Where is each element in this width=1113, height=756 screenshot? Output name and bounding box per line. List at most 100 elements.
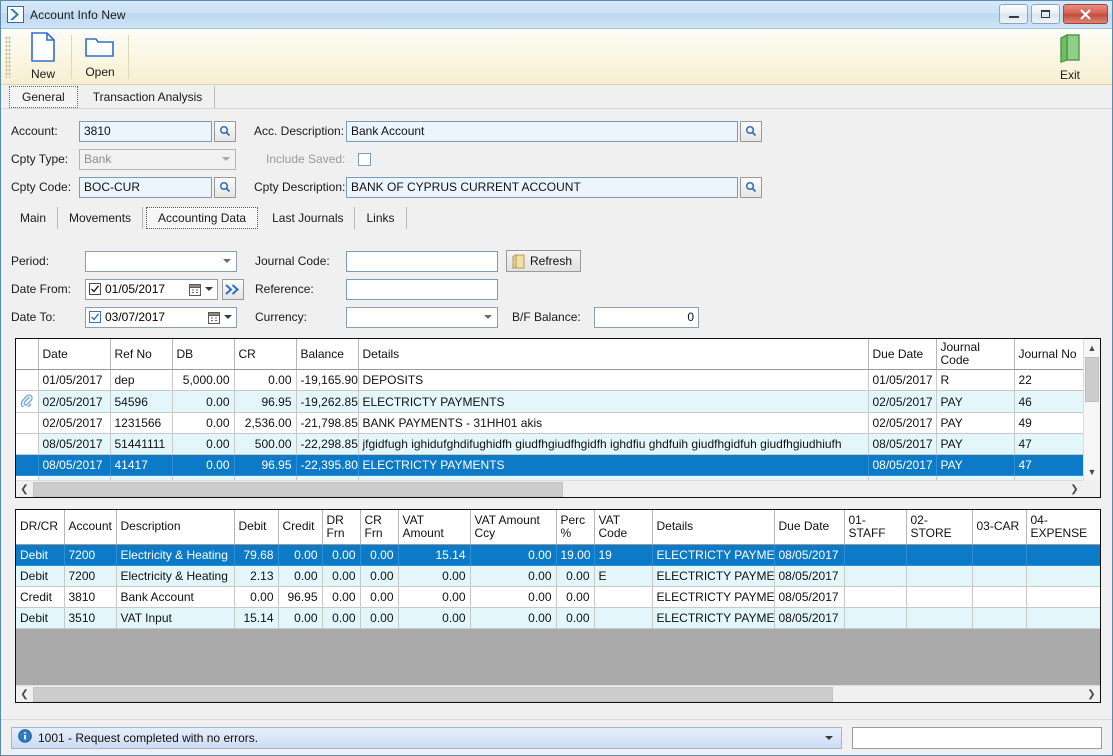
cell-perc[interactable]: 19.00 xyxy=(556,544,594,565)
account-search-button[interactable] xyxy=(214,121,236,142)
table-row[interactable]: 01/05/2017dep5,000.000.00-19,165.90DEPOS… xyxy=(16,370,1085,391)
status-extra-field[interactable] xyxy=(852,727,1102,749)
include-saved-checkbox[interactable] xyxy=(358,153,371,166)
cell-credit[interactable]: 0.00 xyxy=(278,544,322,565)
cell-account[interactable]: 3510 xyxy=(64,607,116,628)
cell-debit[interactable]: 0.00 xyxy=(234,586,278,607)
column-header-vatcode[interactable]: VAT Code xyxy=(594,510,652,544)
cpty-description-input[interactable]: BANK OF CYPRUS CURRENT ACCOUNT xyxy=(346,177,738,198)
cell-expense[interactable] xyxy=(1026,565,1100,586)
cell-flag[interactable] xyxy=(16,370,38,391)
cell-vatamount[interactable]: 0.00 xyxy=(398,565,470,586)
column-header-details[interactable]: Details xyxy=(652,510,774,544)
column-header-expense[interactable]: 04-EXPENSE xyxy=(1026,510,1100,544)
column-header-date[interactable]: Date xyxy=(38,339,110,370)
cell-vatamountccy[interactable]: 0.00 xyxy=(470,565,556,586)
cell-drcr[interactable]: Debit xyxy=(16,544,64,565)
cell-jcode[interactable]: PAY xyxy=(936,434,1014,455)
cell-date[interactable]: 01/05/2017 xyxy=(38,370,110,391)
cell-description[interactable]: Electricity & Heating xyxy=(116,565,234,586)
open-button[interactable]: Open xyxy=(72,31,128,83)
column-header-debit[interactable]: Debit xyxy=(234,510,278,544)
cell-details[interactable]: ELECTRICTY PAYMENTS xyxy=(652,544,774,565)
cell-vatamount[interactable]: 0.00 xyxy=(398,607,470,628)
cell-drcr[interactable]: Debit xyxy=(16,607,64,628)
cell-date[interactable]: 02/05/2017 xyxy=(38,391,110,413)
vertical-scroll-thumb[interactable] xyxy=(1085,357,1099,402)
cell-perc[interactable]: 0.00 xyxy=(556,586,594,607)
cell-crfrn[interactable]: 0.00 xyxy=(360,544,398,565)
column-header-jcode[interactable]: Journal Code xyxy=(936,339,1014,370)
column-header-vatamountccy[interactable]: VAT Amount Ccy xyxy=(470,510,556,544)
cell-date[interactable]: 08/05/2017 xyxy=(38,434,110,455)
movements-vertical-scrollbar[interactable]: ▲ ▼ xyxy=(1083,339,1100,480)
cell-duedate[interactable]: 02/05/2017 xyxy=(868,391,936,413)
cell-crfrn[interactable]: 0.00 xyxy=(360,586,398,607)
cell-jcode[interactable]: PAY xyxy=(936,455,1014,476)
cell-refno[interactable]: 51441111 xyxy=(110,434,172,455)
period-select[interactable] xyxy=(85,251,237,272)
column-header-perc[interactable]: Perc % xyxy=(556,510,594,544)
column-header-credit[interactable]: Credit xyxy=(278,510,322,544)
date-from-input[interactable]: 01/05/2017 xyxy=(85,279,218,300)
cell-expense[interactable] xyxy=(1026,586,1100,607)
cell-details[interactable]: DEPOSITS xyxy=(358,370,868,391)
cell-details[interactable]: ELECTRICTY PAYMENTS xyxy=(652,565,774,586)
column-header-staff[interactable]: 01-STAFF xyxy=(844,510,906,544)
cpty-code-input[interactable]: BOC-CUR xyxy=(79,177,212,198)
cell-perc[interactable]: 0.00 xyxy=(556,607,594,628)
column-header-jno[interactable]: Journal No xyxy=(1014,339,1085,370)
journal-code-input[interactable] xyxy=(346,251,498,272)
cell-cr[interactable]: 0.00 xyxy=(234,370,296,391)
cell-staff[interactable] xyxy=(844,607,906,628)
cell-balance[interactable]: -21,798.85 xyxy=(296,413,358,434)
cell-vatcode[interactable] xyxy=(594,607,652,628)
table-row[interactable]: Debit7200Electricity & Heating79.680.000… xyxy=(16,544,1100,565)
scroll-up-button[interactable]: ▲ xyxy=(1084,339,1100,356)
cell-duedate[interactable]: 08/05/2017 xyxy=(774,544,844,565)
tab-transaction-analysis[interactable]: Transaction Analysis xyxy=(81,86,216,108)
date-to-checkbox[interactable] xyxy=(89,311,101,323)
date-from-checkbox[interactable] xyxy=(89,283,101,295)
column-header-account[interactable]: Account xyxy=(64,510,116,544)
account-input[interactable]: 3810 xyxy=(79,121,212,142)
cpty-code-search-button[interactable] xyxy=(214,177,236,198)
cell-flag[interactable] xyxy=(16,434,38,455)
cell-debit[interactable]: 79.68 xyxy=(234,544,278,565)
cell-details[interactable]: ELECTRICTY PAYMENTS xyxy=(652,607,774,628)
tab-movements[interactable]: Movements xyxy=(58,207,143,229)
cell-db[interactable]: 5,000.00 xyxy=(172,370,234,391)
cell-balance[interactable]: -19,165.90 xyxy=(296,370,358,391)
cell-credit[interactable]: 96.95 xyxy=(278,586,322,607)
cpty-description-search-button[interactable] xyxy=(740,177,762,198)
column-header-drfrn[interactable]: DR Frn xyxy=(322,510,360,544)
cell-flag[interactable] xyxy=(16,413,38,434)
cell-credit[interactable]: 0.00 xyxy=(278,565,322,586)
cell-description[interactable]: Bank Account xyxy=(116,586,234,607)
cell-duedate[interactable]: 08/05/2017 xyxy=(868,455,936,476)
date-to-input[interactable]: 03/07/2017 xyxy=(85,307,237,328)
cell-date[interactable]: 08/05/2017 xyxy=(38,455,110,476)
cell-duedate[interactable]: 08/05/2017 xyxy=(774,586,844,607)
scroll-left-button[interactable]: ❮ xyxy=(16,481,33,498)
cell-flag[interactable] xyxy=(16,455,38,476)
scroll-right-button[interactable]: ❯ xyxy=(1066,481,1083,498)
calendar-icon[interactable] xyxy=(208,312,220,327)
cell-car[interactable] xyxy=(972,544,1026,565)
column-header-description[interactable]: Description xyxy=(116,510,234,544)
scroll-left-button[interactable]: ❮ xyxy=(16,686,33,703)
table-row[interactable]: Debit3510VAT Input15.140.000.000.000.000… xyxy=(16,607,1100,628)
currency-select[interactable] xyxy=(346,307,498,328)
cell-jcode[interactable]: R xyxy=(936,370,1014,391)
column-header-balance[interactable]: Balance xyxy=(296,339,358,370)
cell-duedate[interactable]: 08/05/2017 xyxy=(868,434,936,455)
cell-drcr[interactable]: Credit xyxy=(16,586,64,607)
cell-drfrn[interactable]: 0.00 xyxy=(322,565,360,586)
cell-details[interactable]: jfgidfugh ighidufghdifughidfh giudfhgiud… xyxy=(358,434,868,455)
cell-duedate[interactable]: 08/05/2017 xyxy=(774,607,844,628)
cell-car[interactable] xyxy=(972,586,1026,607)
horizontal-scroll-thumb[interactable] xyxy=(33,482,563,497)
cell-perc[interactable]: 0.00 xyxy=(556,565,594,586)
column-header-duedate[interactable]: Due Date xyxy=(774,510,844,544)
column-header-flag[interactable] xyxy=(16,339,38,370)
